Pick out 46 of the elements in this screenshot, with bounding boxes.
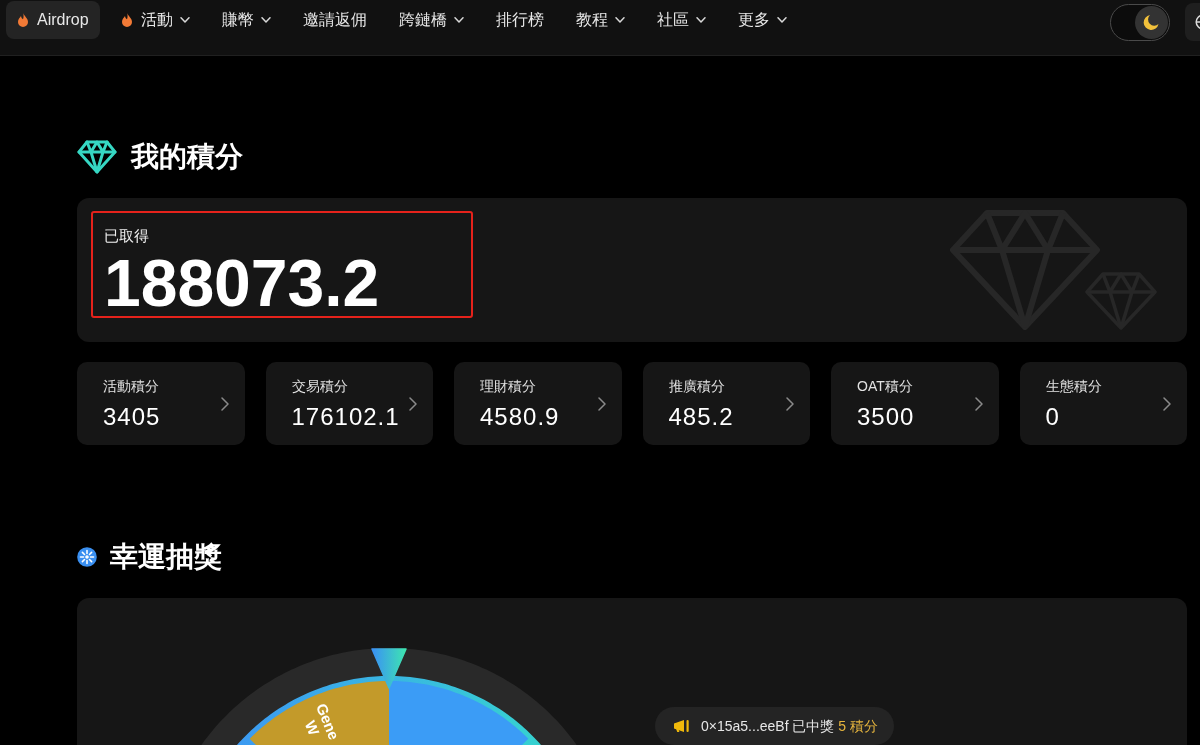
nav-item[interactable]: 社區 — [645, 1, 717, 39]
chevron-right-icon — [1163, 396, 1171, 411]
category-value: 4580.9 — [480, 402, 560, 431]
category-value: 0 — [1045, 402, 1060, 431]
category-label: OAT積分 — [857, 376, 913, 395]
moon-icon — [1135, 5, 1168, 39]
section-title: 我的積分 — [131, 140, 243, 174]
category-label: 生態積分 — [1045, 376, 1102, 395]
earned-label: 已取得 — [104, 226, 149, 246]
nav-item[interactable]: Airdrop — [6, 1, 100, 39]
nav-item[interactable]: 更多 — [726, 1, 798, 39]
pointer-icon — [371, 648, 407, 689]
category-label: 推廣積分 — [668, 376, 725, 395]
category-value: 485.2 — [668, 402, 734, 431]
category-value: 3405 — [103, 402, 161, 431]
nav-item[interactable]: 排行榜 — [484, 1, 555, 39]
category-value: 3500 — [857, 402, 915, 431]
points-category-card[interactable]: 生態積分 0 — [1019, 362, 1187, 445]
chevron-right-icon — [786, 396, 794, 411]
category-label: 活動積分 — [103, 376, 159, 395]
nav-item[interactable]: 活動 — [109, 1, 201, 39]
points-category-card[interactable]: 推廣積分 485.2 — [642, 362, 810, 445]
nav-item[interactable]: 邀請返佣 — [291, 1, 378, 39]
points-category-card[interactable]: 活動積分 3405 — [77, 362, 245, 445]
points-category-card[interactable]: OAT積分 3500 — [831, 362, 999, 445]
points-category-card[interactable]: 理財積分 4580.9 — [454, 362, 622, 445]
chevron-right-icon — [220, 396, 229, 411]
wheel-icon — [77, 547, 97, 567]
language-button[interactable] — [1185, 3, 1200, 41]
theme-toggle[interactable] — [1110, 3, 1170, 41]
nav-item[interactable]: 教程 — [564, 1, 636, 39]
winner-notice: 0×15a5...eeBf 已中獎 5 積分 — [701, 717, 879, 735]
category-value: 176102.1 — [291, 402, 400, 431]
earned-points-value: 188073.2 — [104, 250, 380, 316]
chevron-right-icon — [409, 396, 417, 411]
megaphone-icon — [673, 719, 691, 733]
diamond-icon — [77, 140, 117, 174]
chevron-right-icon — [597, 396, 606, 411]
nav-item[interactable]: 跨鏈橋 — [387, 1, 475, 39]
points-category-card[interactable]: 交易積分 176102.1 — [265, 362, 433, 445]
section-title: 幸運抽獎 — [110, 540, 222, 574]
chevron-right-icon — [974, 396, 983, 411]
category-label: 理財積分 — [480, 376, 536, 395]
category-label: 交易積分 — [291, 376, 348, 395]
globe-icon — [1195, 14, 1200, 30]
nav-item[interactable]: 賺幣 — [210, 1, 282, 39]
